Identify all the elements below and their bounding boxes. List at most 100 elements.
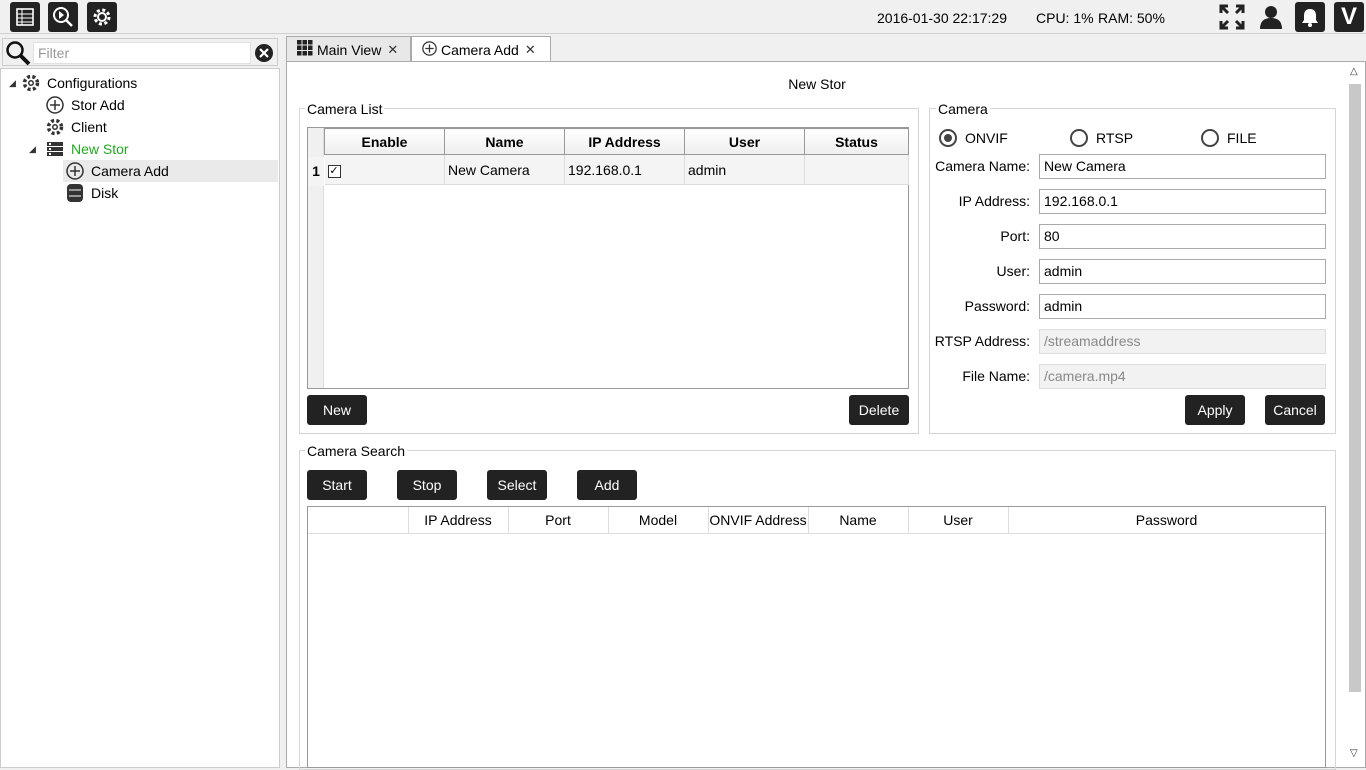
datetime: 2016-01-30 22:17:29 [877, 10, 1007, 26]
column-header-name[interactable]: Name [444, 128, 565, 155]
server-icon [45, 139, 65, 159]
password-label: Password: [964, 298, 1030, 314]
ram-usage: RAM: 50% [1098, 10, 1165, 26]
table-row[interactable]: ✓ New Camera 192.168.0.1 admin [324, 154, 909, 185]
column-header-user[interactable]: User [684, 128, 805, 155]
tree-item-stor-add[interactable]: Stor Add [33, 94, 125, 116]
column-header-onvif-address[interactable]: ONVIF Address [708, 507, 809, 534]
expand-arrow-icon[interactable]: ◢ [29, 144, 45, 155]
scroll-down-icon[interactable]: ▽ [1350, 748, 1358, 759]
port-label: Port: [1000, 228, 1030, 244]
filter-bar [2, 38, 278, 66]
column-header-enable[interactable]: Enable [324, 128, 445, 155]
file-name-field[interactable]: /camera.mp4 [1039, 364, 1326, 389]
column-header-status[interactable]: Status [804, 128, 909, 155]
add-button[interactable]: Add [577, 470, 637, 500]
rtsp-address-field[interactable]: /streamaddress [1039, 329, 1326, 354]
disk-icon [65, 183, 85, 203]
grid-icon [297, 40, 313, 59]
rtsp-address-label: RTSP Address: [934, 333, 1030, 349]
radio-label: ONVIF [965, 130, 1008, 146]
tab-main-view[interactable]: Main View ✕ [286, 36, 411, 62]
select-button[interactable]: Select [487, 470, 547, 500]
logo-v-icon: V [1334, 2, 1364, 32]
close-tab-icon[interactable]: ✕ [525, 42, 536, 58]
camera-name-field[interactable]: New Camera [1039, 154, 1326, 179]
clear-filter-icon[interactable] [254, 43, 274, 66]
tree-item-label: Client [71, 119, 107, 135]
scroll-up-icon[interactable]: △ [1350, 66, 1358, 77]
radio-rtsp[interactable]: RTSP [1070, 129, 1133, 147]
bell-icon[interactable] [1295, 2, 1325, 32]
delete-button[interactable]: Delete [849, 395, 909, 425]
search-results-table: IP Address Port Model ONVIF Address Name… [307, 506, 1326, 768]
search-table: IP Address Port Model ONVIF Address Name… [308, 507, 1325, 534]
close-tab-icon[interactable]: ✕ [387, 42, 398, 58]
camera-ip-cell: 192.168.0.1 [564, 154, 685, 185]
column-header-ip[interactable]: IP Address [408, 507, 509, 534]
tree-item-new-stor[interactable]: ◢ New Stor [29, 138, 129, 160]
tree-item-label: Stor Add [71, 97, 125, 113]
tab-label: Main View [317, 41, 382, 58]
tree-item-label: Camera Add [91, 163, 169, 179]
radio-empty-icon [1070, 129, 1088, 147]
page-title: New Stor [788, 76, 846, 92]
user-icon[interactable] [1256, 2, 1286, 32]
column-header-ip[interactable]: IP Address [564, 128, 685, 155]
radio-selected-icon [939, 129, 957, 147]
radio-empty-icon [1201, 129, 1219, 147]
sidebar: ◢ Configurations Stor Add Client ◢ [0, 36, 280, 768]
scrollbar-thumb[interactable] [1349, 84, 1361, 692]
vertical-scrollbar[interactable]: △ ▽ [1346, 62, 1364, 766]
cancel-button[interactable]: Cancel [1265, 395, 1325, 425]
config-tree: ◢ Configurations Stor Add Client ◢ New S… [0, 68, 280, 768]
tree-item-client[interactable]: Client [33, 116, 107, 138]
tab-strip: Main View ✕ Camera Add ✕ [286, 36, 1366, 63]
content-panel: New Stor Camera List Enable Name IP Addr… [286, 61, 1366, 770]
filter-input[interactable] [33, 42, 251, 64]
camera-status-cell [804, 154, 909, 185]
gear-icon [45, 117, 65, 137]
radio-onvif[interactable]: ONVIF [939, 129, 1008, 147]
plus-circle-icon [422, 41, 437, 59]
column-header-model[interactable]: Model [608, 507, 709, 534]
plus-circle-icon [65, 161, 85, 181]
stop-button[interactable]: Stop [397, 470, 457, 500]
user-field[interactable]: admin [1039, 259, 1326, 284]
camera-search-title: Camera Search [305, 443, 408, 459]
camera-name-cell: New Camera [444, 154, 565, 185]
camera-group-title: Camera [936, 101, 990, 117]
radio-file[interactable]: FILE [1201, 129, 1257, 147]
apply-button[interactable]: Apply [1185, 395, 1245, 425]
port-field[interactable]: 80 [1039, 224, 1326, 249]
column-header-blank [308, 507, 409, 534]
password-field[interactable]: admin [1039, 294, 1326, 319]
gear-icon[interactable] [87, 2, 117, 32]
column-header-password[interactable]: Password [1008, 507, 1325, 534]
column-header-port[interactable]: Port [508, 507, 609, 534]
top-toolbar: 2016-01-30 22:17:29 CPU: 1% RAM: 50% V [0, 0, 1366, 34]
camera-user-cell: admin [684, 154, 805, 185]
new-button[interactable]: New [307, 395, 367, 425]
camera-list-title: Camera List [305, 101, 385, 117]
tab-camera-add[interactable]: Camera Add ✕ [411, 36, 551, 63]
cpu-usage: CPU: 1% [1036, 10, 1094, 26]
enable-checkbox[interactable]: ✓ [324, 154, 445, 185]
column-header-name[interactable]: Name [808, 507, 909, 534]
tree-item-label: New Stor [71, 141, 129, 157]
file-name-label: File Name: [962, 368, 1030, 384]
ip-address-field[interactable]: 192.168.0.1 [1039, 189, 1326, 214]
plus-circle-icon [45, 95, 65, 115]
fullscreen-icon[interactable] [1217, 2, 1247, 32]
camera-name-label: Camera Name: [935, 158, 1030, 174]
tree-item-camera-add[interactable]: Camera Add [63, 160, 278, 182]
column-header-user[interactable]: User [908, 507, 1009, 534]
start-button[interactable]: Start [307, 470, 367, 500]
camera-table: Enable Name IP Address User Status ✓ New… [324, 128, 909, 185]
search-play-icon[interactable] [48, 2, 78, 32]
tree-item-disk[interactable]: Disk [63, 182, 118, 204]
expand-arrow-icon[interactable]: ◢ [9, 78, 21, 89]
tree-item-configurations[interactable]: ◢ Configurations [9, 72, 137, 94]
radio-label: FILE [1227, 130, 1257, 146]
list-icon[interactable] [10, 2, 40, 32]
